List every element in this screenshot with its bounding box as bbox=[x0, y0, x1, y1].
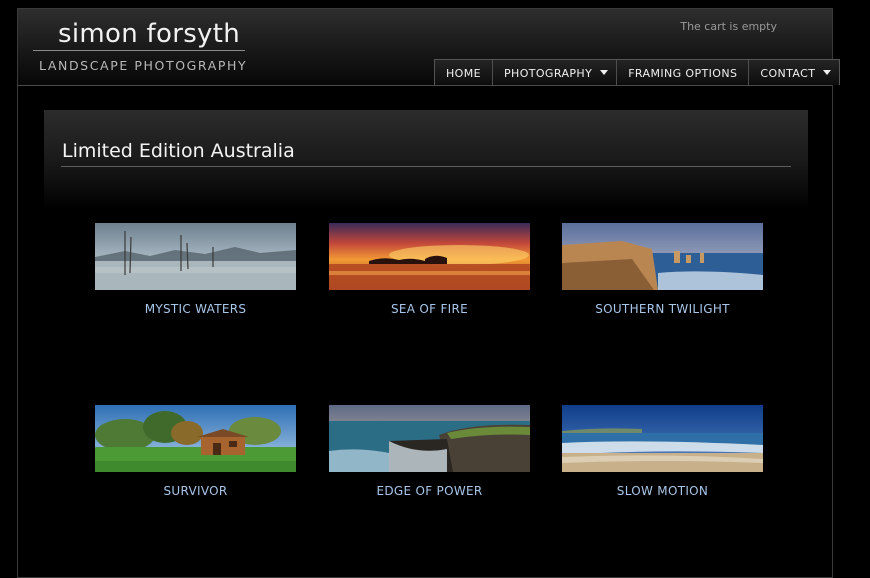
gallery-caption[interactable]: SOUTHERN TWILIGHT bbox=[562, 302, 763, 316]
site-logo-name[interactable]: simon forsyth bbox=[58, 19, 240, 49]
site-logo-tagline: LANDSCAPE PHOTOGRAPHY bbox=[39, 58, 248, 73]
gallery-caption[interactable]: SURVIVOR bbox=[95, 484, 296, 498]
nav-item-photography[interactable]: PHOTOGRAPHY bbox=[491, 60, 617, 85]
nav-item-label: HOME bbox=[446, 67, 481, 80]
page-frame: simon forsyth LANDSCAPE PHOTOGRAPHY The … bbox=[17, 8, 841, 578]
gallery-caption[interactable]: SEA OF FIRE bbox=[329, 302, 530, 316]
page-title: Limited Edition Australia bbox=[62, 140, 295, 162]
gallery-item-edge-of-power: EDGE OF POWER bbox=[329, 405, 530, 498]
gallery-caption[interactable]: EDGE OF POWER bbox=[329, 484, 530, 498]
slow-motion-thumbnail[interactable] bbox=[562, 405, 763, 472]
logo-divider bbox=[33, 50, 245, 51]
southern-twilight-thumbnail[interactable] bbox=[562, 223, 763, 290]
sea-of-fire-thumbnail[interactable] bbox=[329, 223, 530, 290]
cart-status[interactable]: The cart is empty bbox=[680, 20, 777, 33]
nav-item-label: CONTACT bbox=[760, 67, 816, 80]
gallery-item-survivor: SURVIVOR bbox=[95, 405, 296, 498]
mystic-waters-thumbnail[interactable] bbox=[95, 223, 296, 290]
nav-item-contact[interactable]: CONTACT bbox=[748, 60, 840, 85]
gallery-item-southern-twilight: SOUTHERN TWILIGHT bbox=[562, 223, 763, 316]
dropdown-arrow-icon bbox=[823, 70, 832, 75]
edge-of-power-thumbnail[interactable] bbox=[329, 405, 530, 472]
survivor-thumbnail[interactable] bbox=[95, 405, 296, 472]
nav-item-label: FRAMING OPTIONS bbox=[628, 67, 738, 80]
nav-item-framing-options[interactable]: FRAMING OPTIONS bbox=[616, 60, 749, 85]
gallery-item-slow-motion: SLOW MOTION bbox=[562, 405, 763, 498]
gallery-item-sea-of-fire: SEA OF FIRE bbox=[329, 223, 530, 316]
nav-item-home[interactable]: HOME bbox=[435, 60, 492, 85]
gallery-caption[interactable]: SLOW MOTION bbox=[562, 484, 763, 498]
nav-item-label: PHOTOGRAPHY bbox=[503, 67, 593, 80]
site-header: simon forsyth LANDSCAPE PHOTOGRAPHY The … bbox=[18, 9, 841, 86]
content-header-box: Limited Edition Australia bbox=[44, 110, 808, 210]
main-nav: HOME PHOTOGRAPHY FRAMING OPTIONS CONTACT bbox=[434, 59, 841, 85]
title-divider bbox=[61, 166, 791, 167]
gallery-caption[interactable]: MYSTIC WATERS bbox=[95, 302, 296, 316]
gallery-item-mystic-waters: MYSTIC WATERS bbox=[95, 223, 296, 316]
dropdown-arrow-icon bbox=[600, 70, 609, 75]
